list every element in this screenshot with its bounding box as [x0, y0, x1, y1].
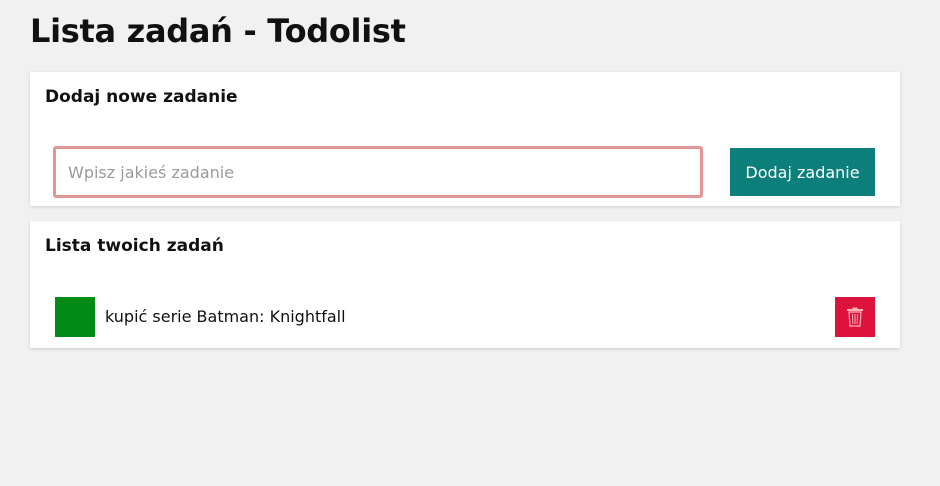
task-list-heading: Lista twoich zadań — [45, 236, 224, 256]
page-title: Lista zadań - Todolist — [30, 12, 406, 50]
trash-icon — [847, 307, 863, 327]
delete-task-button[interactable] — [835, 297, 875, 337]
add-task-button[interactable]: Dodaj zadanie — [730, 148, 875, 196]
task-item: kupić serie Batman: Knightfall — [55, 297, 875, 337]
task-text: kupić serie Batman: Knightfall — [105, 307, 346, 326]
add-task-card: Dodaj nowe zadanie Dodaj zadanie — [30, 72, 900, 206]
complete-task-checkbox[interactable] — [55, 297, 95, 337]
task-input[interactable] — [53, 146, 703, 198]
task-list-card: Lista twoich zadań kupić serie Batman: K… — [30, 221, 900, 348]
add-task-heading: Dodaj nowe zadanie — [45, 87, 238, 107]
